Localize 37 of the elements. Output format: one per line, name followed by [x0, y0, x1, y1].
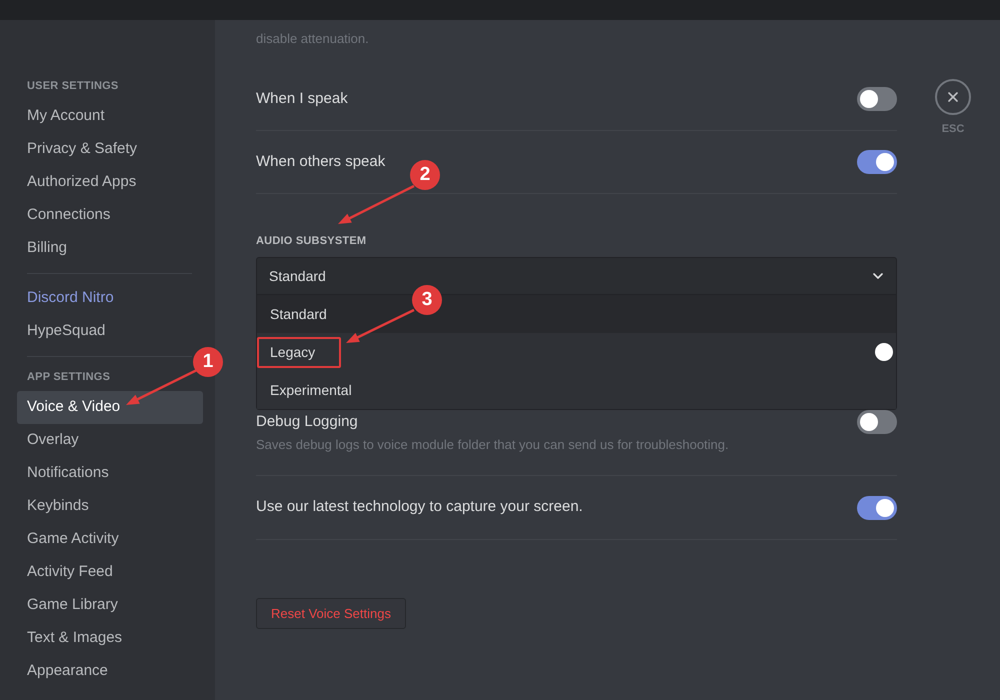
- section-header: USER SETTINGS: [27, 80, 120, 93]
- close-icon: [945, 89, 961, 105]
- esc-label: ESC: [942, 123, 964, 136]
- setting-label: When I speak: [256, 88, 348, 109]
- toggle-switch[interactable]: [857, 150, 897, 174]
- arrow: [346, 308, 415, 343]
- sidebar-item[interactable]: Text & Images: [17, 622, 203, 655]
- toggle-knob-icon: [875, 343, 893, 361]
- close-button[interactable]: [935, 79, 971, 115]
- sidebar-item[interactable]: Connections: [17, 199, 203, 232]
- setting-description: Saves debug logs to voice module folder that you can send us for troubleshooting.: [256, 437, 730, 453]
- sidebar-item[interactable]: Billing: [17, 232, 203, 265]
- step-number-marker: 2: [410, 160, 440, 190]
- toggle-switch[interactable]: [857, 496, 897, 520]
- setting-label: Debug Logging: [256, 412, 358, 432]
- sidebar-item[interactable]: Keybinds: [17, 490, 203, 523]
- toggle-switch[interactable]: [857, 410, 897, 434]
- section-header: AUDIO SUBSYSTEM: [256, 235, 368, 248]
- sidebar-item[interactable]: Overlay: [17, 424, 203, 457]
- sidebar-item[interactable]: Appearance: [17, 655, 203, 688]
- toggle-switch[interactable]: [857, 87, 897, 111]
- sidebar-item[interactable]: Voice & Video: [17, 391, 203, 424]
- setting-label: Use our latest technology to capture your screen.: [256, 497, 583, 518]
- sidebar-item[interactable]: Activity Feed: [17, 556, 203, 589]
- highlight-frame: Legacy: [257, 336, 341, 368]
- sidebar-item[interactable]: Game Activity: [17, 523, 203, 556]
- sidebar-item[interactable]: Authorized Apps: [17, 166, 203, 199]
- sidebar-item[interactable]: HypeSquad: [17, 315, 203, 348]
- arrow: [126, 368, 198, 405]
- sidebar-item[interactable]: Notifications: [17, 457, 203, 490]
- sidebar-item[interactable]: Game Library: [17, 589, 203, 622]
- setting-description: disable attenuation.: [256, 31, 370, 47]
- sidebar-item[interactable]: Discord Nitro: [17, 282, 203, 315]
- sidebar-item[interactable]: Privacy & Safety: [17, 133, 203, 166]
- sidebar-item[interactable]: My Account: [17, 100, 203, 133]
- setting-label: When others speak: [256, 152, 386, 172]
- section-header: APP SETTINGS: [27, 371, 112, 384]
